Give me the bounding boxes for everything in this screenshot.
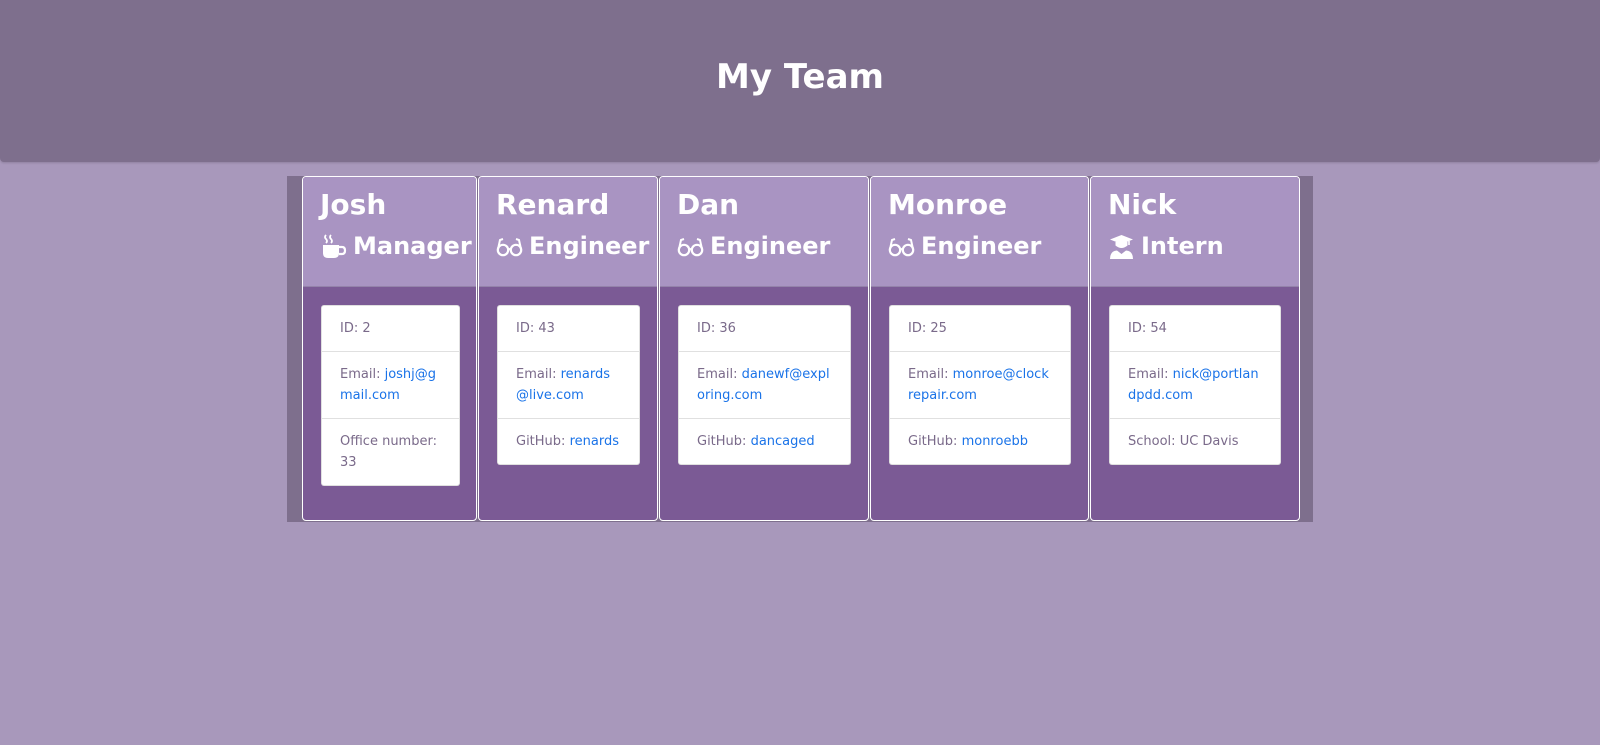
employee-email-item: Email: danewf@exploring.com <box>679 352 850 419</box>
role-label: Engineer <box>710 232 831 260</box>
github-link[interactable]: dancaged <box>751 434 815 449</box>
role-label: Intern <box>1141 232 1224 260</box>
office-number-value: 33 <box>340 455 357 470</box>
employee-id: ID: 54 <box>1110 306 1280 352</box>
employee-id: ID: 25 <box>890 306 1070 352</box>
employee-email-item: Email: joshj@gmail.com <box>322 352 459 419</box>
employee-role: Intern <box>1108 231 1299 261</box>
github-item: GitHub: renards <box>498 419 639 464</box>
glasses-icon <box>677 233 704 260</box>
card-header: Monroe Engineer <box>871 177 1088 287</box>
employee-card: Renard Engineer ID: 43 Email: renards@li… <box>478 176 658 521</box>
employee-name: Nick <box>1108 188 1177 221</box>
employee-card: Dan Engineer ID: 36 Email: danewf@explor… <box>659 176 869 521</box>
school-value: UC Davis <box>1179 434 1239 449</box>
office-number-label: Office number: <box>340 434 437 449</box>
github-label: GitHub: <box>908 434 958 449</box>
team-container: Josh Manager ID: 2 Email: joshj@gmail.co… <box>287 176 1313 522</box>
employee-email-item: Email: nick@portlandpdd.com <box>1110 352 1280 419</box>
employee-name: Monroe <box>888 188 1008 221</box>
employee-name: Josh <box>320 188 387 221</box>
info-list: ID: 43 Email: renards@live.com GitHub: r… <box>497 305 640 465</box>
glasses-icon <box>496 233 523 260</box>
email-label: Email: <box>340 367 381 382</box>
school-item: School: UC Davis <box>1110 419 1280 464</box>
page-title: My Team <box>716 57 884 97</box>
employee-email-item: Email: renards@live.com <box>498 352 639 419</box>
role-label: Engineer <box>529 232 650 260</box>
employee-role: Engineer <box>888 231 1088 261</box>
email-label: Email: <box>908 367 949 382</box>
employee-id: ID: 43 <box>498 306 639 352</box>
github-link[interactable]: renards <box>570 434 619 449</box>
employee-card: Josh Manager ID: 2 Email: joshj@gmail.co… <box>302 176 477 521</box>
info-list: ID: 36 Email: danewf@exploring.com GitHu… <box>678 305 851 465</box>
graduate-icon <box>1108 233 1135 260</box>
card-header: Nick Intern <box>1091 177 1299 287</box>
card-header: Renard Engineer <box>479 177 657 287</box>
employee-name: Renard <box>496 188 610 221</box>
employee-id: ID: 2 <box>322 306 459 352</box>
info-list: ID: 2 Email: joshj@gmail.com Office numb… <box>321 305 460 486</box>
github-label: GitHub: <box>697 434 747 449</box>
info-list: ID: 54 Email: nick@portlandpdd.com Schoo… <box>1109 305 1281 465</box>
employee-role: Engineer <box>677 231 868 261</box>
github-label: GitHub: <box>516 434 566 449</box>
office-number-item: Office number: 33 <box>322 419 459 485</box>
employee-id: ID: 36 <box>679 306 850 352</box>
employee-name: Dan <box>677 188 740 221</box>
github-link[interactable]: monroebb <box>962 434 1028 449</box>
employee-role: Engineer <box>496 231 657 261</box>
employee-card: Monroe Engineer ID: 25 Email: monroe@clo… <box>870 176 1089 521</box>
coffee-mug-icon <box>320 233 347 260</box>
employee-role: Manager <box>320 231 476 261</box>
email-label: Email: <box>516 367 557 382</box>
employee-email-item: Email: monroe@clockrepair.com <box>890 352 1070 419</box>
role-label: Engineer <box>921 232 1042 260</box>
card-header: Dan Engineer <box>660 177 868 287</box>
github-item: GitHub: monroebb <box>890 419 1070 464</box>
github-item: GitHub: dancaged <box>679 419 850 464</box>
glasses-icon <box>888 233 915 260</box>
role-label: Manager <box>353 232 472 260</box>
email-label: Email: <box>697 367 738 382</box>
employee-card: Nick Intern ID: 54 Email: nick@portlandp… <box>1090 176 1300 521</box>
email-label: Email: <box>1128 367 1169 382</box>
school-label: School: <box>1128 434 1176 449</box>
card-header: Josh Manager <box>303 177 476 287</box>
page-header: My Team <box>0 0 1600 162</box>
info-list: ID: 25 Email: monroe@clockrepair.com Git… <box>889 305 1071 465</box>
